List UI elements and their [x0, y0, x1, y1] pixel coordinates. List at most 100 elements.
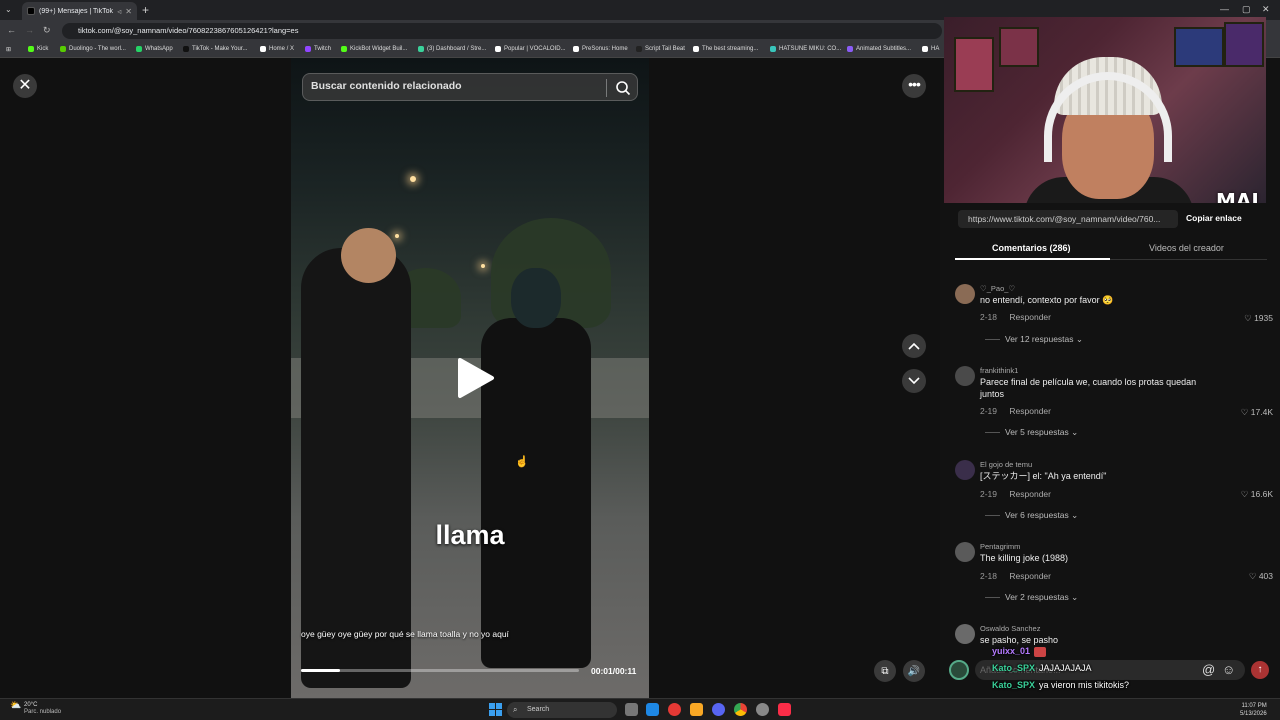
avatar[interactable]: [955, 542, 975, 562]
new-tab-icon[interactable]: +: [142, 3, 149, 17]
search-divider: [606, 79, 607, 97]
view-replies-label: Ver 2 respuestas: [1005, 592, 1069, 602]
bookmark-item[interactable]: Home / X: [260, 46, 294, 52]
bookmark-item[interactable]: Script Tail Beat: [636, 46, 685, 52]
speaker-icon: 🔊: [907, 665, 921, 677]
comment-username[interactable]: ♡_Pao_♡: [980, 284, 1015, 293]
forward-icon[interactable]: →: [25, 25, 34, 35]
bookmark-favicon-icon: [693, 46, 699, 52]
comment-likes[interactable]: ♡ 403: [1249, 571, 1273, 582]
bookmark-label: PreSonus: Home: [582, 46, 628, 52]
bookmark-item[interactable]: Twitch: [305, 46, 331, 52]
taskbar-search[interactable]: ⌕ Search: [507, 702, 617, 718]
edge-icon[interactable]: [646, 703, 659, 716]
minimize-icon[interactable]: —: [1220, 4, 1229, 14]
bookmark-label: KickBot Widget Buil...: [350, 46, 408, 52]
tab-comments[interactable]: Comentarios (286): [992, 243, 1071, 253]
app-icon[interactable]: [668, 703, 681, 716]
volume-button[interactable]: 🔊: [903, 660, 925, 682]
tab-close-icon[interactable]: ✕: [125, 7, 132, 16]
search-icon[interactable]: [615, 80, 631, 96]
comment-likes[interactable]: ♡ 17.4K: [1241, 407, 1273, 418]
reply-button[interactable]: Responder: [1009, 312, 1051, 322]
bookmark-item[interactable]: TikTok - Make Your...: [183, 46, 247, 52]
bookmark-favicon-icon: [922, 46, 928, 52]
bookmark-label: Duolingo - The worl...: [69, 46, 126, 52]
view-replies-button[interactable]: Ver 5 respuestas ⌄: [985, 427, 1078, 438]
tab-list-icon[interactable]: ⌄: [5, 5, 12, 14]
weather-temp: 20°C: [24, 702, 38, 708]
avatar[interactable]: [955, 366, 975, 386]
chrome-icon[interactable]: [734, 703, 747, 716]
tab-mute-icon[interactable]: ◃: [117, 7, 121, 16]
bookmark-favicon-icon: [260, 46, 266, 52]
reply-button[interactable]: Responder: [1009, 489, 1051, 499]
comment-username[interactable]: El gojo de temu: [980, 460, 1032, 469]
music-icon[interactable]: [778, 703, 791, 716]
bookmark-item[interactable]: HA: [922, 46, 939, 52]
bookmark-item[interactable]: Kick: [28, 46, 48, 52]
avatar[interactable]: [955, 460, 975, 480]
comment-likes[interactable]: ♡ 16.6K: [1241, 489, 1273, 500]
tab-creator-videos[interactable]: Videos del creador: [1149, 243, 1224, 253]
bookmark-item[interactable]: Duolingo - The worl...: [60, 46, 126, 52]
copy-link-button[interactable]: Copiar enlace: [1186, 213, 1242, 223]
apps-icon[interactable]: ⊞: [6, 46, 11, 53]
close-video-button[interactable]: ✕: [13, 74, 37, 98]
more-options-button[interactable]: •••: [902, 74, 926, 98]
bookmark-item[interactable]: Animated Subtitles...: [847, 46, 911, 52]
task-view-icon[interactable]: [625, 703, 638, 716]
share-link-field[interactable]: https://www.tiktok.com/@soy_namnam/video…: [958, 210, 1178, 228]
play-icon[interactable]: [452, 356, 496, 400]
view-replies-button[interactable]: Ver 6 respuestas ⌄: [985, 510, 1078, 521]
view-replies-button[interactable]: Ver 2 respuestas ⌄: [985, 592, 1078, 603]
emoji-icon[interactable]: ☺: [1222, 662, 1235, 677]
back-icon[interactable]: ←: [7, 25, 16, 35]
current-user-avatar: [949, 660, 969, 680]
clock-date: 5/13/2026: [1240, 711, 1267, 717]
previous-video-button[interactable]: [902, 334, 926, 358]
bookmark-item[interactable]: Popular | VOCALOID...: [495, 46, 566, 52]
avatar[interactable]: [955, 624, 975, 644]
browser-tab-active[interactable]: (99+) Mensajes | TikTok ◃ ✕: [22, 2, 137, 20]
picture-in-picture-button[interactable]: ⧉: [874, 660, 896, 682]
comment-text: The killing joke (1988): [980, 553, 1069, 563]
file-explorer-icon[interactable]: [690, 703, 703, 716]
reload-icon[interactable]: ↻: [43, 25, 51, 36]
url-field[interactable]: tiktok.com/@soy_namnam/video/76082238676…: [62, 23, 942, 39]
bookmark-item[interactable]: PreSonus: Home: [573, 46, 628, 52]
windows-start-icon[interactable]: [489, 703, 502, 716]
bookmark-item[interactable]: (3) Dashboard / Stre...: [418, 46, 486, 52]
send-comment-button[interactable]: ↑: [1251, 661, 1269, 679]
window-close-icon[interactable]: ✕: [1262, 4, 1270, 15]
view-replies-label: Ver 5 respuestas: [1005, 427, 1069, 437]
view-replies-button[interactable]: Ver 12 respuestas ⌄: [985, 334, 1083, 345]
comment-username[interactable]: Oswaldo Sanchez: [980, 624, 1040, 633]
bookmark-favicon-icon: [305, 46, 311, 52]
reply-button[interactable]: Responder: [1009, 406, 1051, 416]
woman-head: [511, 268, 561, 328]
comment-username[interactable]: Pentagrimm: [980, 542, 1020, 551]
wall-poster: [1224, 22, 1264, 67]
weather-widget[interactable]: ⛅ 20°C Parc. nublado: [10, 700, 61, 716]
maximize-icon[interactable]: ▢: [1242, 4, 1251, 15]
comment-username[interactable]: frankithink1: [980, 366, 1018, 375]
discord-icon[interactable]: [712, 703, 725, 716]
bookmark-label: HATSUNE MIKU: CO...: [779, 46, 842, 52]
bookmark-item[interactable]: HATSUNE MIKU: CO...: [770, 46, 841, 52]
bookmark-item[interactable]: The best streaming...: [693, 46, 758, 52]
avatar[interactable]: [955, 284, 975, 304]
reply-button[interactable]: Responder: [1009, 571, 1051, 581]
related-search-input[interactable]: [311, 80, 601, 92]
bookmark-item[interactable]: KickBot Widget Buil...: [341, 46, 407, 52]
system-clock[interactable]: 11:07 PM 5/13/2026: [1240, 702, 1267, 718]
bookmark-favicon-icon: [28, 46, 34, 52]
mention-icon[interactable]: @: [1202, 662, 1215, 677]
partly-cloudy-icon: ⛅: [10, 700, 22, 710]
settings-icon[interactable]: [756, 703, 769, 716]
related-search-bar[interactable]: [302, 73, 638, 101]
video-progress-bar[interactable]: [301, 669, 579, 672]
bookmark-item[interactable]: WhatsApp: [136, 46, 173, 52]
comment-likes[interactable]: ♡ 1935: [1244, 313, 1273, 324]
next-video-button[interactable]: [902, 369, 926, 393]
